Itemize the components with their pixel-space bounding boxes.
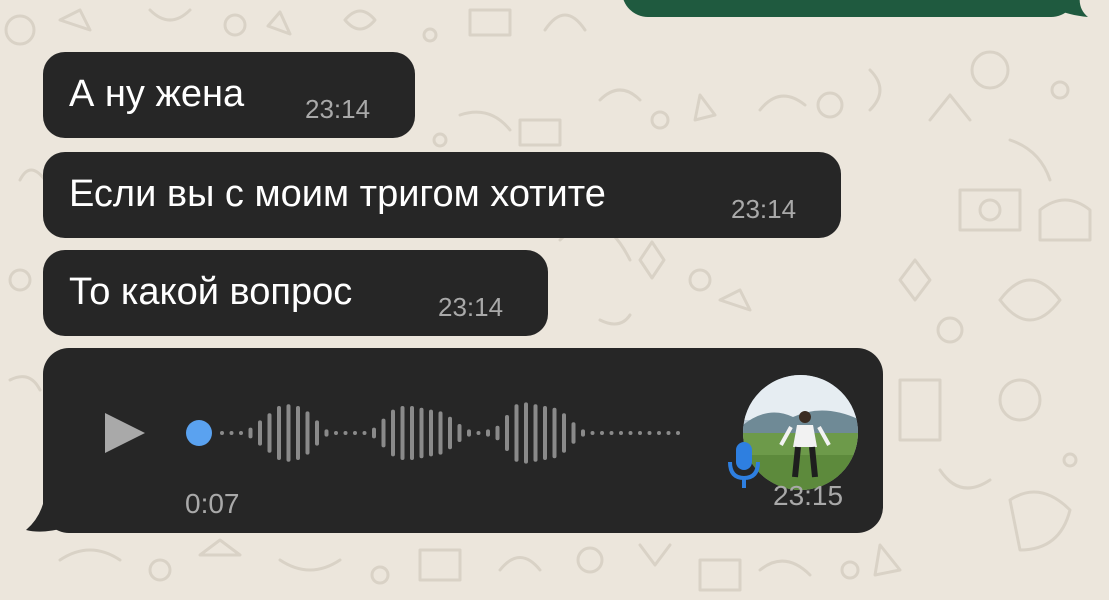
waveform-bar [533,404,538,462]
waveform-bar [486,429,490,437]
waveform-bar [391,409,395,457]
waveform-bar [362,431,367,435]
waveform-bar [476,431,481,435]
waveform-bar [220,431,224,435]
waveform-bar [277,406,281,460]
voice-waveform[interactable] [180,398,700,468]
waveform-bar [419,407,424,459]
waveform-bar [638,431,642,435]
waveform-bar [229,431,234,435]
waveform-bar [258,420,262,446]
waveform-bar [372,427,376,439]
message-time: 23:14 [731,194,797,224]
waveform-bar [353,431,357,435]
waveform-bar [657,431,661,435]
waveform-bar [315,420,319,446]
outgoing-bubble-tail [1052,0,1088,17]
voice-bubble-tail [26,470,64,532]
waveform-bar [524,402,528,464]
waveform-bar [410,406,414,460]
waveform-bar [571,422,576,444]
waveform-bar [324,429,329,437]
waveform-bar [248,427,253,439]
play-icon[interactable] [100,408,150,458]
waveform-bar [343,431,348,435]
incoming-message-bubble[interactable]: То какой вопрос 23:14 [43,250,548,336]
waveform-bar [305,411,310,455]
waveform-bar [467,429,471,437]
waveform-bar [505,415,509,451]
waveform-bar [239,431,243,435]
message-time: 23:14 [438,292,504,322]
outgoing-message-bubble[interactable] [622,0,1077,17]
message-text: То какой вопрос [69,271,353,313]
waveform-bar [457,424,462,442]
waveform-bar [381,418,386,448]
waveform-bar [581,429,585,437]
waveform-bar [590,431,595,435]
waveform-bar [438,411,443,455]
playback-scrubber [186,420,212,446]
waveform-bar [619,431,623,435]
message-text: Если вы с моим тригом хотите [69,173,606,215]
waveform-bar [286,404,291,462]
waveform-bar [514,404,519,462]
microphone-icon [728,442,760,488]
voice-duration: 0:07 [185,488,240,519]
incoming-message-bubble[interactable]: А ну жена 23:14 [43,52,415,138]
waveform-bar [267,413,272,453]
waveform-bar [448,416,452,450]
waveform-bar [562,413,566,453]
waveform-bar [647,431,652,435]
waveform-bar [609,431,614,435]
waveform-bar [400,406,405,460]
voice-message-time: 23:15 [773,480,844,511]
waveform-bar [296,406,300,460]
waveform-bar [429,409,433,457]
waveform-bar [334,431,338,435]
waveform-bar [552,407,557,459]
waveform-bar [676,431,680,435]
waveform-bar [600,431,604,435]
waveform-bar [666,431,671,435]
incoming-message-bubble[interactable]: Если вы с моим тригом хотите 23:14 [43,152,841,238]
waveform-bar [628,431,633,435]
message-time: 23:14 [305,94,371,124]
waveform-bar [543,406,547,460]
message-text: А ну жена [69,73,245,115]
waveform-bar [495,425,500,441]
